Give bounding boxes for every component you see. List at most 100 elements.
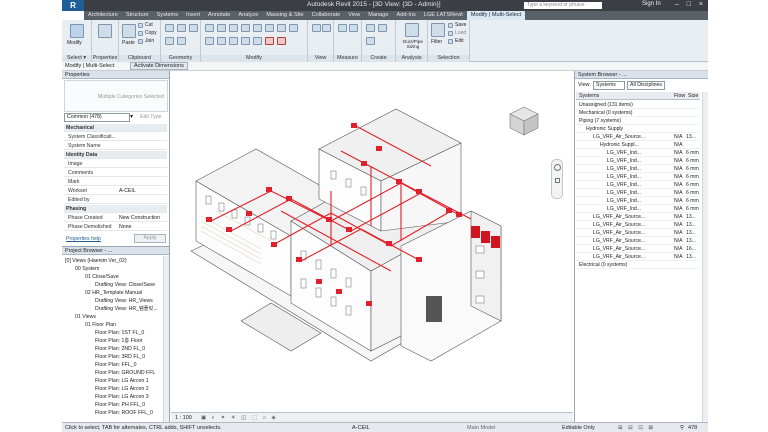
browser-tree-item[interactable]: 01 Floor Plan [85,321,116,329]
category-filter-dropdown[interactable]: Common (478) [64,113,130,122]
property-row[interactable]: System Name [64,142,167,150]
system-row[interactable]: LG_VRF_Air_Source... N/A 13... [576,237,700,245]
3d-view-canvas[interactable] [171,71,573,412]
tab-annotate[interactable]: Annotate [204,11,234,20]
systems-view-dropdown[interactable]: Systems [593,81,625,90]
column-flow[interactable]: Flow [674,92,685,100]
modify-button-label[interactable]: Modify [67,40,82,46]
property-row[interactable]: Edited by [64,196,167,204]
override-graphics-icon[interactable] [322,24,331,32]
browser-tree-item[interactable]: Drafting View: Close/Save [95,281,155,289]
browser-tree-item[interactable]: Floor Plan: 1층 Floor [95,337,142,345]
browser-tree-item[interactable]: Drafting View: HR_템플릿... [95,305,158,313]
create-assembly-icon[interactable] [366,24,375,32]
geometry-join-icon[interactable] [189,24,198,32]
property-row[interactable]: Comments [64,169,167,177]
column-size[interactable]: Size [688,92,698,100]
property-row[interactable]: Phase Created New Construction [64,214,167,222]
system-row[interactable]: LG_VRF_Ind... N/A 6 mm [576,149,700,157]
property-row[interactable]: Mark [64,178,167,186]
system-row[interactable]: Mechanical (0 systems) [576,109,700,117]
property-category[interactable]: Mechanical [64,124,167,132]
status-model[interactable]: Main Model [467,425,495,431]
zoom-icon[interactable] [555,178,560,183]
hide-view-icon[interactable] [312,24,321,32]
delete-icon[interactable] [277,37,286,45]
rotate-icon[interactable] [229,37,238,45]
tab-structure[interactable]: Structure [122,11,153,20]
unpin-icon[interactable] [265,37,274,45]
system-row[interactable]: LG_VRF_Ind... N/A 6 mm [576,189,700,197]
property-value[interactable]: A-CEIL [119,187,136,194]
property-row[interactable]: Phase Demolished None [64,223,167,231]
search-input[interactable]: Type a keyword or phrase [524,2,602,9]
edit-selection-icon[interactable] [448,39,453,44]
create-parts-icon[interactable] [378,24,387,32]
dimension-icon[interactable] [349,24,358,32]
align-icon[interactable] [205,24,214,32]
browser-tree-item[interactable]: 00 System [75,265,100,273]
copy-icon[interactable] [138,31,143,36]
geometry-paint-icon[interactable] [177,37,186,45]
system-row[interactable]: LG_VRF_Air_Source... N/A 13... [576,133,700,141]
cut-button-label[interactable]: Cut [145,22,153,28]
tab-view[interactable]: View [344,11,364,20]
property-category[interactable]: Identity Data [64,151,167,159]
copy-element-icon[interactable] [217,37,226,45]
browser-tree-item[interactable]: [0] Views (Haenim Ver_02) [65,257,127,265]
system-row[interactable]: LG_VRF_Air_Source... N/A 13... [576,221,700,229]
tab-analyze[interactable]: Analyze [234,11,262,20]
trim-icon[interactable] [265,24,274,32]
system-row[interactable]: LG_VRF_Ind... N/A 6 mm [576,181,700,189]
system-row[interactable]: LG_VRF_Air_Source... N/A 13... [576,253,700,261]
browser-tree-item[interactable]: Floor Plan: 3RD FL_0 [95,353,145,361]
chevron-down-icon[interactable]: ▾ [130,113,133,120]
browser-tree-item[interactable]: 01 Close/Save [85,273,119,281]
join-icon[interactable] [138,39,143,44]
move-icon[interactable] [205,37,214,45]
save-selection-label[interactable]: Save [455,22,466,28]
edit-selection-label[interactable]: Edit [455,38,464,44]
filter-icon[interactable]: ⚲ [680,425,684,431]
pin-icon[interactable] [289,24,298,32]
selection-filter-icons[interactable]: ⊞ ⊟ ⊡ ⊠ [618,425,655,431]
geometry-cope-icon[interactable] [165,24,174,32]
property-value[interactable]: None [119,223,131,230]
browser-tree-item[interactable]: Floor Plan: 2ND FL_0 [95,345,145,353]
system-row[interactable]: Hydronic Suppl... N/A [576,141,700,149]
browser-tree-item[interactable]: Floor Plan: GROUND FFL [95,369,155,377]
apply-button[interactable]: Apply [134,234,166,243]
browser-tree-item[interactable]: Floor Plan: PH FFL_0 [95,401,145,409]
duct-pipe-sizing-icon[interactable] [405,23,419,37]
tab-insert[interactable]: Insert [182,11,204,20]
load-selection-label[interactable]: Load [455,30,466,36]
system-row[interactable]: LG_VRF_Ind... N/A 6 mm [576,197,700,205]
property-row[interactable]: System Classificati... [64,133,167,141]
array-icon[interactable] [253,37,262,45]
status-workset[interactable]: A-CEIL [352,425,370,431]
tab-manage[interactable]: Manage [364,11,392,20]
browser-tree-item[interactable]: Floor Plan: LG Aircon 3 [95,393,149,401]
browser-tree-item[interactable]: Floor Plan: LG Aircon 2 [95,385,149,393]
view-scale[interactable]: 1 : 100 [175,415,192,421]
view-control-icons[interactable]: ▣ ◐ ✦ ☀ ◫ ⬚ ⌂ ◈ [201,415,278,421]
save-selection-icon[interactable] [448,23,453,28]
copy-button-label[interactable]: Copy [145,30,157,36]
mirror-draw-icon[interactable] [241,24,250,32]
column-systems[interactable]: Systems [579,92,599,100]
mirror-icon[interactable] [229,24,238,32]
editable-only-checkbox[interactable]: Editable Only [562,425,595,431]
create-group-icon[interactable] [366,37,375,45]
viewcube[interactable] [506,103,542,139]
system-row[interactable]: LG_VRF_Ind... N/A 6 mm [576,205,700,213]
system-row[interactable]: LG_VRF_Ind... N/A 6 mm [576,157,700,165]
modify-cursor-icon[interactable] [70,24,84,38]
system-row[interactable]: Piping (7 systems) [576,117,700,125]
measure-icon[interactable] [338,24,347,32]
filter-icon[interactable] [431,23,445,37]
join-button-label[interactable]: Join [145,38,154,44]
sign-in-button[interactable]: Sign In [642,1,661,7]
system-row[interactable]: Electrical (0 systems) [576,261,700,269]
project-browser-scrollbar[interactable] [163,256,169,422]
paste-button-label[interactable]: Paste [122,40,135,46]
